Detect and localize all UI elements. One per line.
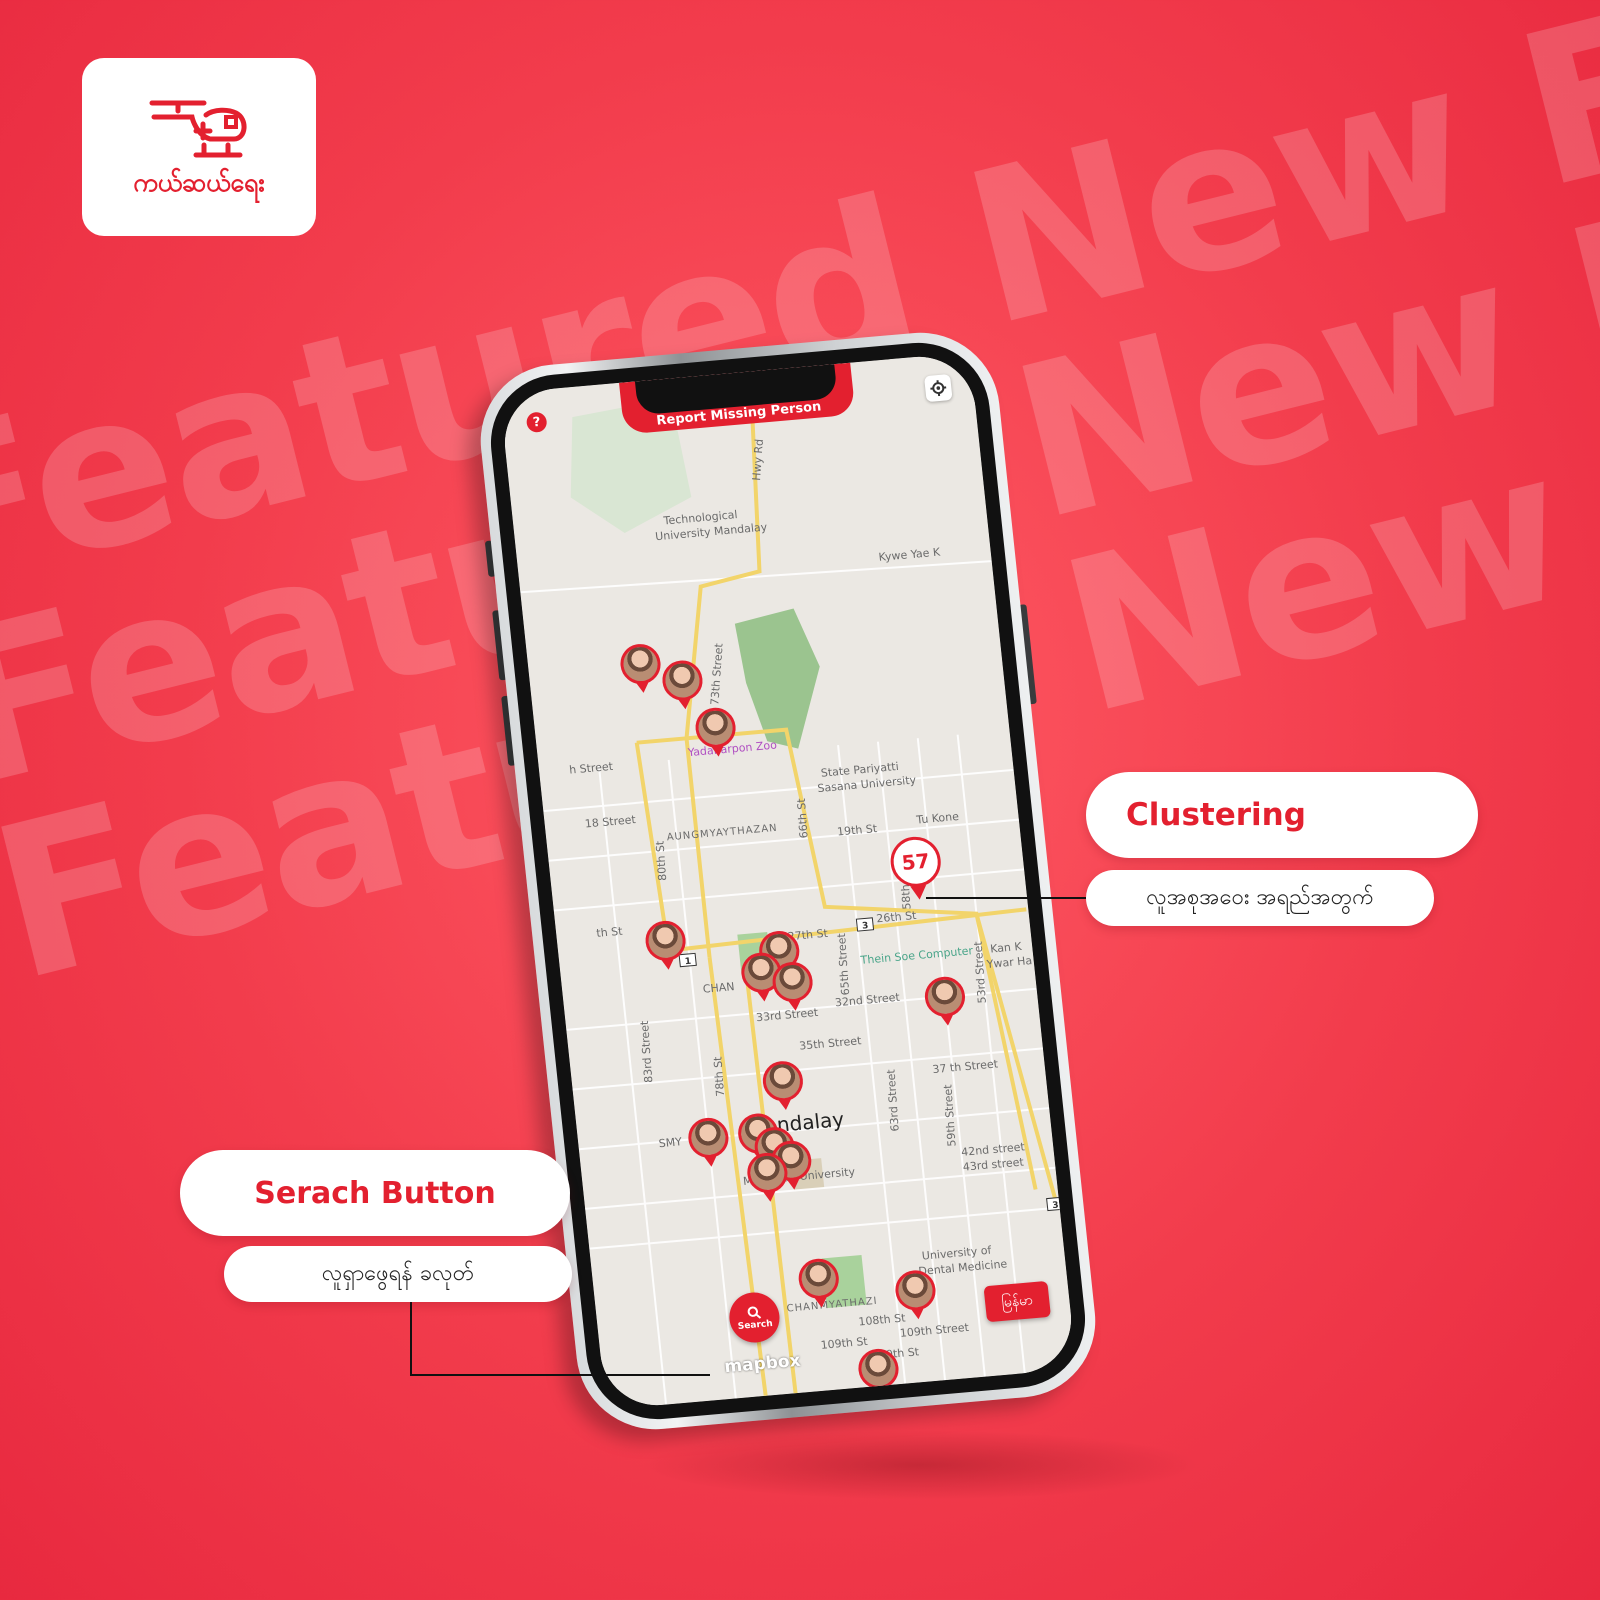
clustering-callout: Clustering xyxy=(1086,772,1478,858)
brand-name: ကယ်ဆယ်ရေး xyxy=(133,167,265,197)
locate-me-button[interactable] xyxy=(923,374,953,403)
route-badge: 3 xyxy=(862,921,869,931)
map-label: th St xyxy=(596,925,624,940)
marker-tail xyxy=(763,1191,777,1203)
search-callout-subtitle: လူရှာဖွေရန် ခလုတ် xyxy=(321,1260,475,1286)
marker-tail xyxy=(940,1015,954,1027)
marker-tail xyxy=(788,1000,802,1012)
clustering-subtitle: လူအစုအဝေး အရည်အတွက် xyxy=(1146,884,1374,910)
clustering-title: Clustering xyxy=(1126,797,1306,833)
route-badge: 3 xyxy=(1052,1201,1059,1211)
search-button-label: Search xyxy=(737,1318,774,1332)
marker-tail xyxy=(757,991,771,1003)
marker-tail xyxy=(911,1308,925,1320)
map-label: CHAN xyxy=(702,980,735,996)
route-badge: 1 xyxy=(684,957,691,967)
phone-shadow xyxy=(640,1430,1200,1500)
cluster-count: 57 xyxy=(900,848,931,875)
marker-tail xyxy=(711,746,725,758)
help-icon: ? xyxy=(532,414,542,431)
crosshair-icon xyxy=(930,380,947,397)
language-button[interactable]: မြန်မာ xyxy=(983,1280,1051,1323)
search-callout-title: Serach Button xyxy=(254,1175,496,1211)
clustering-connector-line xyxy=(926,897,1086,899)
map-label: SMY xyxy=(658,1135,683,1150)
marker-tail xyxy=(704,1156,718,1168)
clustering-subtitle-box: လူအစုအဝေး အရည်အတွက် xyxy=(1086,870,1434,926)
search-icon xyxy=(747,1305,762,1319)
search-callout: Serach Button xyxy=(180,1150,570,1236)
search-connector-horizontal xyxy=(410,1374,710,1376)
language-button-label: မြန်မာ xyxy=(1000,1291,1034,1311)
brand-logo-card: ကယ်ဆယ်ရေး xyxy=(82,58,316,236)
marker-tail xyxy=(814,1297,828,1309)
marker-tail xyxy=(661,959,675,971)
marker-tail xyxy=(636,682,650,694)
marker-tail xyxy=(778,1099,792,1111)
helicopter-icon xyxy=(149,100,247,157)
marker-tail xyxy=(678,698,692,710)
search-subtitle-box: လူရှာဖွေရန် ခလုတ် xyxy=(224,1246,572,1302)
marker-tail xyxy=(787,1179,801,1191)
